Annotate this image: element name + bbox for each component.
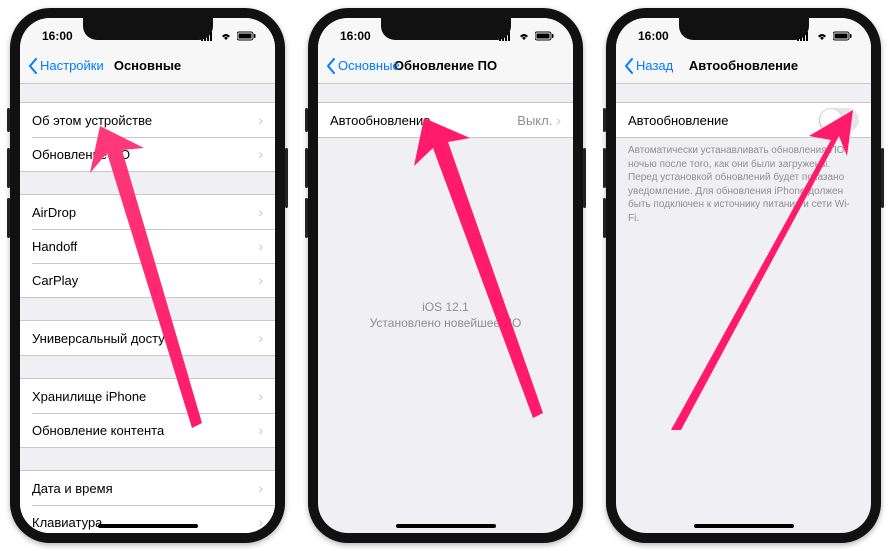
back-button[interactable]: Назад — [624, 58, 673, 74]
chevron-right-icon: › — [258, 238, 263, 254]
back-button[interactable]: Основные — [326, 58, 400, 74]
chevron-right-icon: › — [258, 272, 263, 288]
row-auto-update[interactable]: Автообновление Выкл.› — [318, 103, 573, 137]
phone-mockup-2: 16:00 Основные Обновление ПО Автообновле… — [308, 8, 583, 543]
version-note: iOS 12.1 Установлено новейшее ПО — [318, 298, 573, 332]
back-label: Основные — [338, 58, 400, 73]
content: Автообновление Выкл.› iOS 12.1 Установле… — [318, 84, 573, 533]
notch — [381, 18, 511, 40]
row-airdrop[interactable]: AirDrop› — [20, 195, 275, 229]
home-indicator[interactable] — [694, 524, 794, 528]
battery-icon — [833, 31, 853, 41]
row-value: Выкл.› — [517, 112, 561, 128]
phone-mockup-1: 16:00 Настройки Основные Об этом устройс… — [10, 8, 285, 543]
content: Автообновление Автоматически устанавлива… — [616, 84, 871, 533]
chevron-left-icon — [624, 58, 634, 74]
nav-bar: Назад Автообновление — [616, 48, 871, 84]
status-time: 16:00 — [638, 29, 669, 43]
battery-icon — [237, 31, 257, 41]
chevron-right-icon: › — [258, 480, 263, 496]
row-accessibility[interactable]: Универсальный доступ› — [20, 321, 275, 355]
row-storage[interactable]: Хранилище iPhone› — [20, 379, 275, 413]
wifi-icon — [517, 31, 531, 41]
nav-bar: Настройки Основные — [20, 48, 275, 84]
row-keyboard[interactable]: Клавиатура› — [20, 505, 275, 533]
row-about[interactable]: Об этом устройстве› — [20, 103, 275, 137]
row-datetime[interactable]: Дата и время› — [20, 471, 275, 505]
chevron-left-icon — [326, 58, 336, 74]
chevron-right-icon: › — [258, 204, 263, 220]
row-background-refresh[interactable]: Обновление контента› — [20, 413, 275, 447]
chevron-right-icon: › — [258, 388, 263, 404]
back-label: Настройки — [40, 58, 104, 73]
chevron-left-icon — [28, 58, 38, 74]
home-indicator[interactable] — [396, 524, 496, 528]
toggle-switch-off[interactable] — [819, 108, 859, 132]
home-indicator[interactable] — [98, 524, 198, 528]
phone-mockup-3: 16:00 Назад Автообновление Автообновлени… — [606, 8, 881, 543]
back-button[interactable]: Настройки — [28, 58, 104, 74]
row-auto-update-toggle[interactable]: Автообновление — [616, 103, 871, 137]
row-handoff[interactable]: Handoff› — [20, 229, 275, 263]
chevron-right-icon: › — [258, 112, 263, 128]
notch — [83, 18, 213, 40]
chevron-right-icon: › — [258, 146, 263, 162]
row-software-update[interactable]: Обновление ПО› — [20, 137, 275, 171]
row-carplay[interactable]: CarPlay› — [20, 263, 275, 297]
wifi-icon — [219, 31, 233, 41]
status-time: 16:00 — [340, 29, 371, 43]
status-time: 16:00 — [42, 29, 73, 43]
footer-description: Автоматически устанавливать обновления П… — [616, 138, 871, 225]
notch — [679, 18, 809, 40]
chevron-right-icon: › — [556, 112, 561, 128]
chevron-right-icon: › — [258, 330, 263, 346]
battery-icon — [535, 31, 555, 41]
nav-bar: Основные Обновление ПО — [318, 48, 573, 84]
wifi-icon — [815, 31, 829, 41]
settings-list[interactable]: Об этом устройстве› Обновление ПО› AirDr… — [20, 84, 275, 533]
chevron-right-icon: › — [258, 422, 263, 438]
back-label: Назад — [636, 58, 673, 73]
chevron-right-icon: › — [258, 514, 263, 530]
